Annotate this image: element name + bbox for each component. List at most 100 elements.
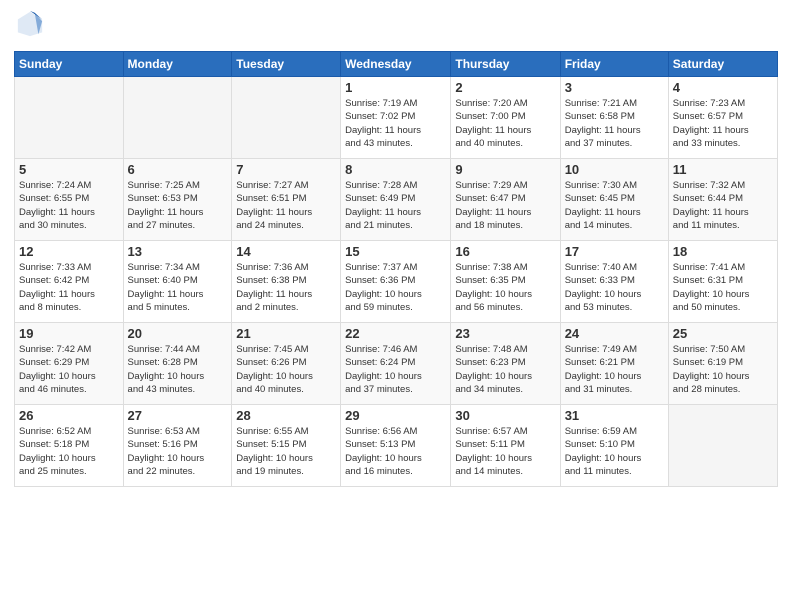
calendar-day: 12 Sunrise: 7:33 AM Sunset: 6:42 PM Dayli… [15,241,124,323]
day-number: 26 [19,408,119,423]
logo [14,10,46,43]
calendar-day: 28Sunrise: 6:55 AM Sunset: 5:15 PM Dayli… [232,405,341,487]
day-info: Sunrise: 7:50 AM Sunset: 6:19 PM Dayligh… [673,343,773,396]
header [14,10,778,43]
day-number: 1 [345,80,446,95]
day-number: 23 [455,326,555,341]
calendar-day: 24Sunrise: 7:49 AM Sunset: 6:21 PM Dayli… [560,323,668,405]
calendar-day: 9 Sunrise: 7:29 AM Sunset: 6:47 PM Daylig… [451,159,560,241]
day-number: 6 [128,162,228,177]
day-number: 31 [565,408,664,423]
day-info: Sunrise: 7:23 AM Sunset: 6:57 PM Dayligh… [673,97,773,150]
calendar-day: 15 Sunrise: 7:37 AM Sunset: 6:36 PM Dayli… [341,241,451,323]
week-row-0: 1 Sunrise: 7:19 AM Sunset: 7:02 PM Daylig… [15,77,778,159]
day-info: Sunrise: 7:27 AM Sunset: 6:51 PM Dayligh… [236,179,336,232]
day-info: Sunrise: 7:40 AM Sunset: 6:33 PM Dayligh… [565,261,664,314]
day-info: Sunrise: 7:25 AM Sunset: 6:53 PM Dayligh… [128,179,228,232]
calendar-day: 14Sunrise: 7:36 AM Sunset: 6:38 PM Dayli… [232,241,341,323]
calendar-day: 3 Sunrise: 7:21 AM Sunset: 6:58 PM Daylig… [560,77,668,159]
day-info: Sunrise: 7:29 AM Sunset: 6:47 PM Dayligh… [455,179,555,232]
day-info: Sunrise: 7:30 AM Sunset: 6:45 PM Dayligh… [565,179,664,232]
calendar-day: 30Sunrise: 6:57 AM Sunset: 5:11 PM Dayli… [451,405,560,487]
day-number: 15 [345,244,446,259]
day-info: Sunrise: 7:37 AM Sunset: 6:36 PM Dayligh… [345,261,446,314]
day-number: 25 [673,326,773,341]
calendar-day: 29 Sunrise: 6:56 AM Sunset: 5:13 PM Dayli… [341,405,451,487]
week-row-2: 12 Sunrise: 7:33 AM Sunset: 6:42 PM Dayli… [15,241,778,323]
day-number: 17 [565,244,664,259]
day-number: 16 [455,244,555,259]
day-info: Sunrise: 7:46 AM Sunset: 6:24 PM Dayligh… [345,343,446,396]
day-number: 8 [345,162,446,177]
day-number: 30 [455,408,555,423]
calendar-day [232,77,341,159]
day-number: 11 [673,162,773,177]
day-info: Sunrise: 6:53 AM Sunset: 5:16 PM Dayligh… [128,425,228,478]
calendar-day [123,77,232,159]
day-number: 27 [128,408,228,423]
calendar-day: 23 Sunrise: 7:48 AM Sunset: 6:23 PM Dayli… [451,323,560,405]
day-info: Sunrise: 7:41 AM Sunset: 6:31 PM Dayligh… [673,261,773,314]
day-number: 29 [345,408,446,423]
day-number: 9 [455,162,555,177]
calendar-day: 27 Sunrise: 6:53 AM Sunset: 5:16 PM Dayli… [123,405,232,487]
day-info: Sunrise: 6:56 AM Sunset: 5:13 PM Dayligh… [345,425,446,478]
day-number: 22 [345,326,446,341]
day-number: 10 [565,162,664,177]
calendar-day: 31Sunrise: 6:59 AM Sunset: 5:10 PM Dayli… [560,405,668,487]
calendar-day [668,405,777,487]
day-info: Sunrise: 7:34 AM Sunset: 6:40 PM Dayligh… [128,261,228,314]
calendar-day: 18 Sunrise: 7:41 AM Sunset: 6:31 PM Dayli… [668,241,777,323]
day-number: 20 [128,326,228,341]
day-number: 18 [673,244,773,259]
logo-icon [16,10,44,38]
day-info: Sunrise: 7:48 AM Sunset: 6:23 PM Dayligh… [455,343,555,396]
calendar-day: 20 Sunrise: 7:44 AM Sunset: 6:28 PM Dayli… [123,323,232,405]
calendar-container: SundayMondayTuesdayWednesdayThursdayFrid… [0,0,792,497]
calendar-day: 2 Sunrise: 7:20 AM Sunset: 7:00 PM Daylig… [451,77,560,159]
day-info: Sunrise: 7:38 AM Sunset: 6:35 PM Dayligh… [455,261,555,314]
day-number: 14 [236,244,336,259]
day-header-wednesday: Wednesday [341,52,451,77]
day-number: 5 [19,162,119,177]
calendar-day: 25 Sunrise: 7:50 AM Sunset: 6:19 PM Dayli… [668,323,777,405]
day-number: 3 [565,80,664,95]
day-number: 2 [455,80,555,95]
calendar-header-row: SundayMondayTuesdayWednesdayThursdayFrid… [15,52,778,77]
day-info: Sunrise: 7:33 AM Sunset: 6:42 PM Dayligh… [19,261,119,314]
calendar-day: 4 Sunrise: 7:23 AM Sunset: 6:57 PM Daylig… [668,77,777,159]
day-number: 7 [236,162,336,177]
calendar-day: 6 Sunrise: 7:25 AM Sunset: 6:53 PM Daylig… [123,159,232,241]
day-info: Sunrise: 7:24 AM Sunset: 6:55 PM Dayligh… [19,179,119,232]
day-header-monday: Monday [123,52,232,77]
day-number: 28 [236,408,336,423]
calendar-day: 22 Sunrise: 7:46 AM Sunset: 6:24 PM Dayli… [341,323,451,405]
day-number: 4 [673,80,773,95]
day-info: Sunrise: 6:52 AM Sunset: 5:18 PM Dayligh… [19,425,119,478]
day-header-sunday: Sunday [15,52,124,77]
calendar-day: 17 Sunrise: 7:40 AM Sunset: 6:33 PM Dayli… [560,241,668,323]
day-info: Sunrise: 7:45 AM Sunset: 6:26 PM Dayligh… [236,343,336,396]
day-header-tuesday: Tuesday [232,52,341,77]
day-info: Sunrise: 7:21 AM Sunset: 6:58 PM Dayligh… [565,97,664,150]
day-header-saturday: Saturday [668,52,777,77]
day-info: Sunrise: 7:20 AM Sunset: 7:00 PM Dayligh… [455,97,555,150]
day-number: 12 [19,244,119,259]
week-row-3: 19Sunrise: 7:42 AM Sunset: 6:29 PM Dayli… [15,323,778,405]
day-info: Sunrise: 7:44 AM Sunset: 6:28 PM Dayligh… [128,343,228,396]
day-info: Sunrise: 7:19 AM Sunset: 7:02 PM Dayligh… [345,97,446,150]
day-info: Sunrise: 7:28 AM Sunset: 6:49 PM Dayligh… [345,179,446,232]
day-header-friday: Friday [560,52,668,77]
calendar-day: 7 Sunrise: 7:27 AM Sunset: 6:51 PM Daylig… [232,159,341,241]
calendar-day: 10 Sunrise: 7:30 AM Sunset: 6:45 PM Dayli… [560,159,668,241]
day-header-thursday: Thursday [451,52,560,77]
calendar-day: 5 Sunrise: 7:24 AM Sunset: 6:55 PM Daylig… [15,159,124,241]
calendar-day: 21Sunrise: 7:45 AM Sunset: 6:26 PM Dayli… [232,323,341,405]
calendar-day: 8 Sunrise: 7:28 AM Sunset: 6:49 PM Daylig… [341,159,451,241]
day-info: Sunrise: 7:49 AM Sunset: 6:21 PM Dayligh… [565,343,664,396]
calendar-day [15,77,124,159]
calendar-table: SundayMondayTuesdayWednesdayThursdayFrid… [14,51,778,487]
day-info: Sunrise: 7:42 AM Sunset: 6:29 PM Dayligh… [19,343,119,396]
calendar-day: 19Sunrise: 7:42 AM Sunset: 6:29 PM Dayli… [15,323,124,405]
calendar-day: 26 Sunrise: 6:52 AM Sunset: 5:18 PM Dayli… [15,405,124,487]
